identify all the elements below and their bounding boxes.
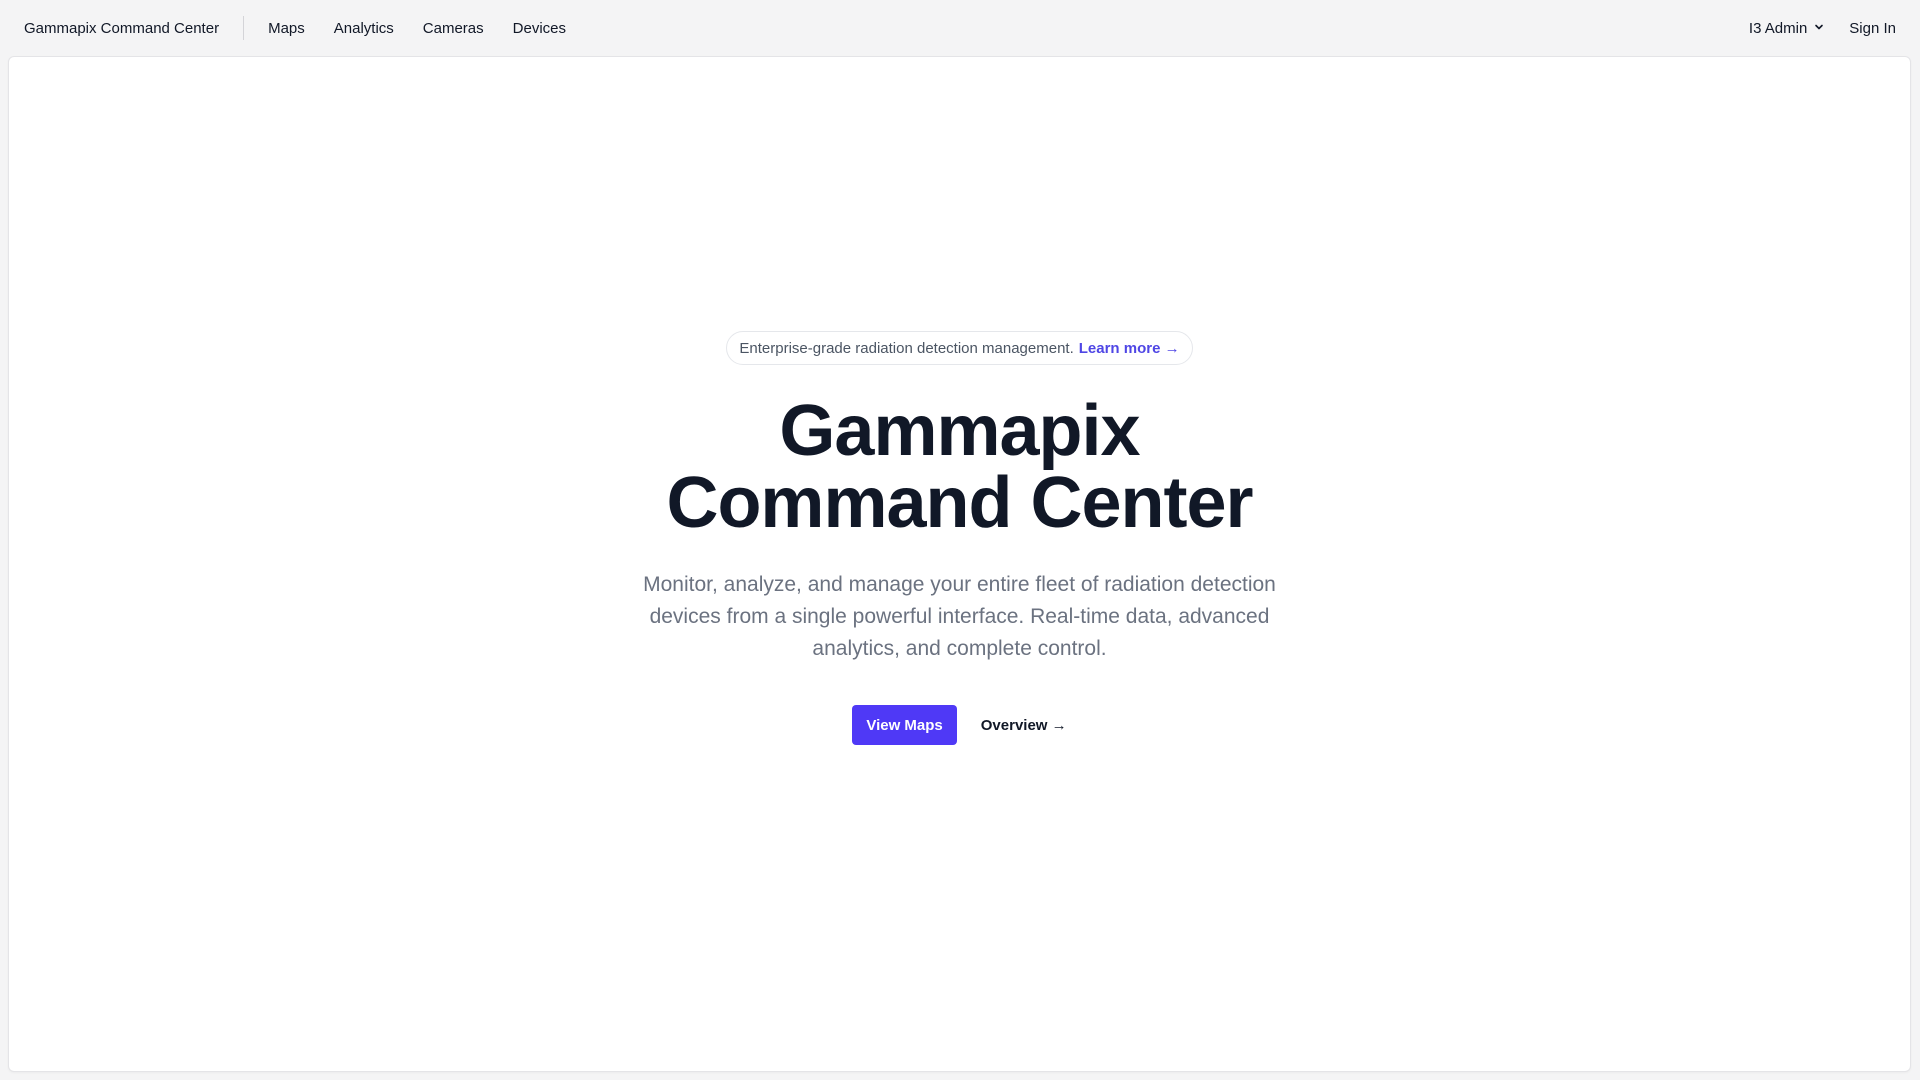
overview-link[interactable]: Overview → [981,717,1067,734]
hero-section: Enterprise-grade radiation detection man… [9,57,1910,745]
brand-name[interactable]: Gammapix Command Center [24,20,219,37]
main-content-card: Enterprise-grade radiation detection man… [8,56,1911,1072]
hero-actions: View Maps Overview → [852,705,1067,745]
nav-item-maps[interactable]: Maps [268,20,305,37]
hero-subtitle: Monitor, analyze, and manage your entire… [643,573,1276,660]
nav-item-cameras[interactable]: Cameras [423,20,484,37]
announcement-pill: Enterprise-grade radiation detection man… [726,331,1193,365]
user-menu-label: I3 Admin [1748,19,1808,37]
page-title-line-1: Gammapix [779,391,1140,471]
top-navigation-bar: Gammapix Command Center Maps Analytics C… [0,0,1920,56]
page-title-line-2: Command Center [666,463,1253,543]
learn-more-link[interactable]: Learn more → [1079,340,1180,357]
sign-in-button[interactable]: Sign In [1849,20,1896,37]
nav-item-devices[interactable]: Devices [513,20,566,37]
header-right: I3 Admin Sign In [1749,20,1896,37]
main-nav: Maps Analytics Cameras Devices [268,20,566,37]
chevron-down-icon [1813,20,1825,37]
view-maps-button[interactable]: View Maps [852,705,957,745]
nav-divider [243,16,245,40]
nav-item-analytics[interactable]: Analytics [334,20,394,37]
announcement-text: Enterprise-grade radiation detection man… [739,339,1074,357]
user-menu-dropdown[interactable]: I3 Admin [1749,20,1825,37]
page-title: Gammapix Command Center [666,391,1253,543]
